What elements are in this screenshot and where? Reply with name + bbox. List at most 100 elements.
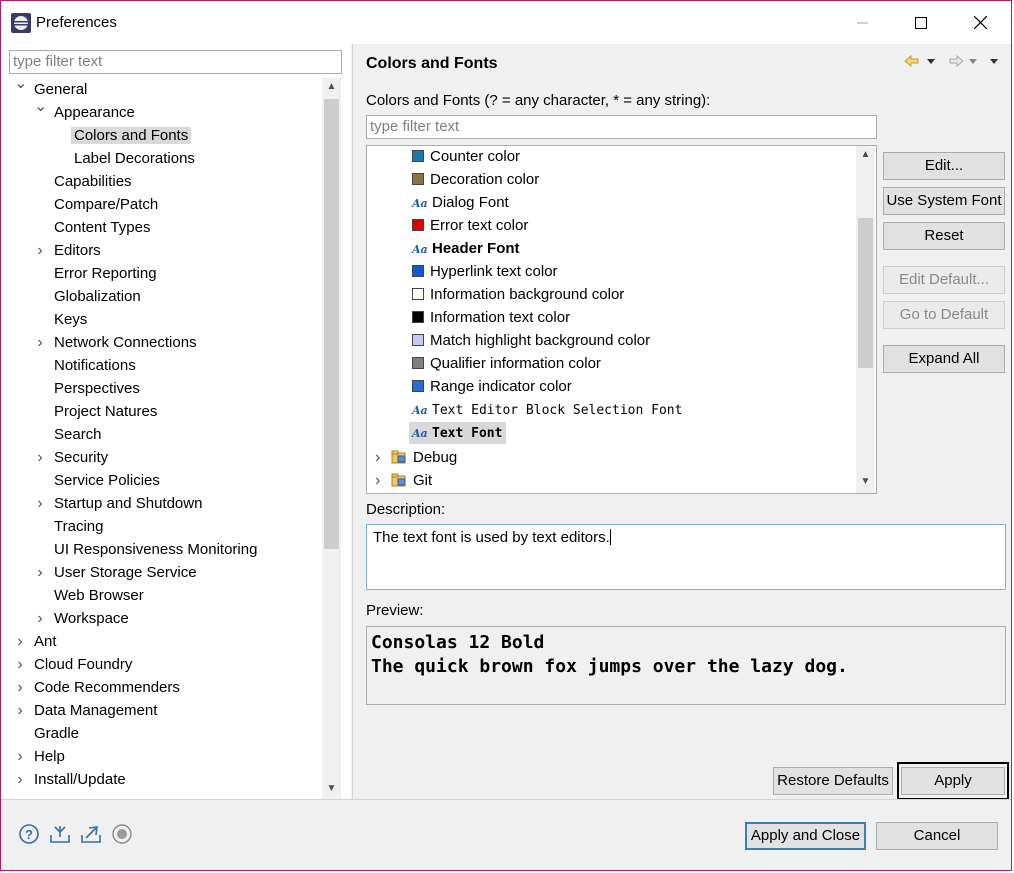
list-scroll-down-icon[interactable]: ▼ — [857, 476, 874, 487]
chevron-right-icon[interactable]: › — [34, 446, 46, 469]
tree-item[interactable]: ⌄ Appearance — [34, 98, 135, 124]
use-system-font-button[interactable]: Use System Font — [883, 187, 1005, 215]
colors-filter-input[interactable]: type filter text — [366, 115, 877, 139]
minimize-button[interactable] — [834, 1, 892, 44]
edit-button[interactable]: Edit... — [883, 152, 1005, 180]
tree-item[interactable]: Globalization — [54, 285, 141, 308]
color-font-item[interactable]: Hyperlink text color — [412, 261, 558, 283]
color-font-item[interactable]: Information background color — [412, 284, 624, 306]
apply-button[interactable]: Apply — [901, 767, 1005, 795]
tree-item[interactable]: Capabilities — [54, 170, 132, 193]
tree-item[interactable]: Service Policies — [54, 469, 160, 492]
color-font-item[interactable]: Aa Dialog Font — [412, 192, 509, 214]
tree-item-label: User Storage Service — [54, 564, 197, 581]
preference-tree: ⌄ General ⌄ Appearance Colors and Fonts Label… — [1, 78, 321, 798]
chevron-down-icon[interactable]: ⌄ — [34, 95, 47, 118]
color-font-item[interactable]: Range indicator color — [412, 376, 572, 398]
tree-item[interactable]: › Ant — [17, 630, 56, 653]
tree-item[interactable]: › Workspace — [37, 607, 128, 630]
tree-item[interactable]: Keys — [54, 308, 87, 331]
color-font-item[interactable]: Qualifier information color — [412, 353, 601, 375]
cancel-button[interactable]: Cancel — [876, 822, 998, 850]
apply-and-close-button[interactable]: Apply and Close — [745, 822, 866, 850]
close-icon — [973, 16, 987, 29]
color-font-item-label: Information background color — [430, 286, 625, 303]
tree-item[interactable]: › Code Recommenders — [17, 676, 180, 699]
category-item[interactable]: › Git — [375, 470, 432, 492]
color-font-item[interactable]: Aa Text Editor Block Selection Font — [412, 399, 682, 421]
maximize-button[interactable] — [892, 1, 950, 44]
tree-item[interactable]: Tracing — [54, 515, 103, 538]
tree-item[interactable]: Label Decorations — [74, 147, 195, 170]
color-font-item[interactable]: Information text color — [412, 307, 570, 329]
tree-item[interactable]: Web Browser — [54, 584, 144, 607]
tree-item[interactable]: › Security — [37, 446, 108, 469]
tree-item[interactable]: › Editors — [37, 239, 100, 262]
color-font-item[interactable]: Error text color — [412, 215, 528, 237]
tree-item[interactable]: Perspectives — [54, 377, 140, 400]
go-to-default-button[interactable]: Go to Default — [883, 301, 1005, 329]
export-icon[interactable] — [80, 823, 102, 845]
tree-item[interactable]: Project Natures — [54, 400, 157, 423]
tree-item[interactable]: UI Responsiveness Monitoring — [54, 538, 257, 561]
chevron-right-icon[interactable]: › — [34, 239, 46, 262]
tree-item[interactable]: Content Types — [54, 216, 150, 239]
tree-scrollbar[interactable]: ▲ ▼ — [322, 78, 341, 799]
forward-arrow-icon[interactable] — [949, 54, 964, 68]
help-icon[interactable]: ? — [18, 823, 40, 845]
view-menu-icon[interactable] — [990, 59, 998, 64]
scroll-up-icon[interactable]: ▲ — [323, 81, 340, 92]
tree-item[interactable]: Compare/Patch — [54, 193, 158, 216]
list-scroll-up-icon[interactable]: ▲ — [857, 149, 874, 160]
list-scroll-thumb[interactable] — [858, 218, 873, 368]
tree-item[interactable]: › Help — [17, 745, 65, 768]
tree-item[interactable]: › Cloud Foundry — [17, 653, 133, 676]
color-font-item[interactable]: Aa Text Font — [409, 422, 507, 444]
tree-item[interactable]: Colors and Fonts — [71, 124, 192, 147]
chevron-right-icon[interactable]: › — [14, 676, 26, 699]
record-icon[interactable] — [111, 823, 133, 845]
tree-item-label: Cloud Foundry — [34, 656, 133, 673]
chevron-right-icon[interactable]: › — [34, 331, 46, 354]
chevron-right-icon[interactable]: › — [14, 699, 26, 722]
expand-all-button[interactable]: Expand All — [883, 345, 1005, 373]
tree-item[interactable]: Gradle — [34, 722, 79, 745]
list-scrollbar[interactable]: ▲ ▼ — [856, 146, 875, 493]
color-font-item[interactable]: Decoration color — [412, 169, 539, 191]
tree-item[interactable]: Error Reporting — [54, 262, 157, 285]
edit-default-button[interactable]: Edit Default... — [883, 266, 1005, 294]
back-arrow-icon[interactable] — [904, 54, 919, 68]
tree-item[interactable]: › User Storage Service — [37, 561, 197, 584]
description-text-area[interactable]: The text font is used by text editors. — [366, 524, 1006, 590]
tree-item[interactable]: › Network Connections — [37, 331, 196, 354]
chevron-right-icon[interactable]: › — [375, 470, 391, 492]
tree-item[interactable]: Search — [54, 423, 102, 446]
chevron-right-icon[interactable]: › — [14, 768, 26, 791]
chevron-right-icon[interactable]: › — [34, 561, 46, 584]
category-item[interactable]: › Debug — [375, 447, 457, 469]
chevron-right-icon[interactable]: › — [34, 492, 46, 515]
tree-item[interactable]: Notifications — [54, 354, 136, 377]
close-button[interactable] — [951, 1, 1009, 44]
reset-button[interactable]: Reset — [883, 222, 1005, 250]
tree-item[interactable]: › Startup and Shutdown — [37, 492, 202, 515]
tree-item[interactable]: › Install/Update — [17, 768, 125, 791]
color-font-item[interactable]: Aa Header Font — [412, 238, 520, 260]
restore-defaults-button[interactable]: Restore Defaults — [773, 767, 893, 795]
color-font-item[interactable]: Counter color — [412, 146, 520, 168]
back-dropdown-icon[interactable] — [927, 59, 935, 64]
chevron-right-icon[interactable]: › — [14, 630, 26, 653]
tree-item[interactable]: › Data Management — [17, 699, 157, 722]
import-icon[interactable] — [49, 823, 71, 845]
chevron-down-icon[interactable]: ⌄ — [14, 78, 27, 95]
chevron-right-icon[interactable]: › — [14, 653, 26, 676]
chevron-right-icon[interactable]: › — [14, 745, 26, 768]
chevron-right-icon[interactable]: › — [375, 447, 391, 469]
chevron-right-icon[interactable]: › — [34, 607, 46, 630]
tree-scroll-thumb[interactable] — [324, 99, 339, 549]
tree-filter-input[interactable]: type filter text — [9, 50, 342, 74]
colors-fonts-tree: Counter color Decoration color Aa Dialog Fo… — [366, 145, 877, 494]
forward-dropdown-icon[interactable] — [969, 59, 977, 64]
scroll-down-icon[interactable]: ▼ — [323, 783, 340, 794]
color-font-item[interactable]: Match highlight background color — [412, 330, 650, 352]
